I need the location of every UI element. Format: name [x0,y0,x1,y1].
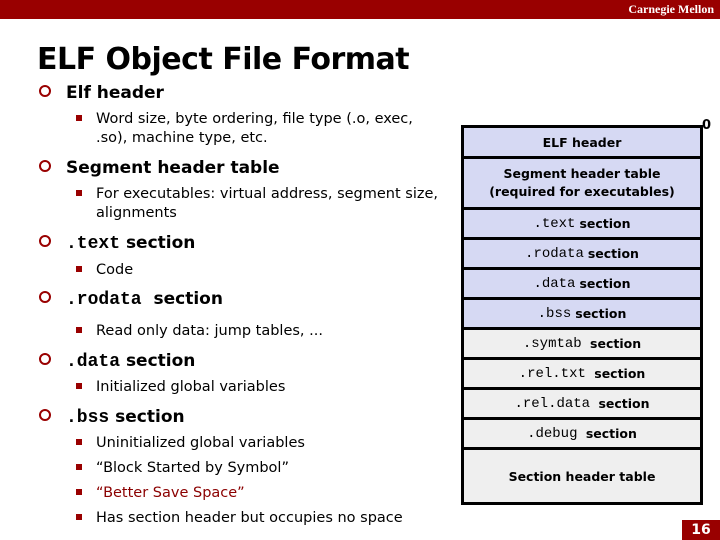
square-bullet-icon [76,266,82,272]
square-bullet-icon [76,489,82,495]
bullet-mono-label: .data [66,352,121,372]
square-bullet-icon [76,464,82,470]
sub-bullet: “Block Started by Symbol” [76,459,289,478]
cell-bss-section: .bss section [464,300,700,330]
cell-label: section [579,276,631,291]
sub-bullet-highlight: “Better Save Space” [76,484,245,503]
cell-debug-section: .debug section [464,420,700,450]
sub-bullet: For executables: virtual address, segmen… [76,185,438,223]
cell-symtab-section: .symtab section [464,330,700,360]
cell-mono-label: .rel.data [514,395,591,412]
offset-zero-label: 0 [702,118,712,133]
cell-mono-label: .rel.txt [518,365,586,382]
sub-bullet-text: Read only data: jump tables, ... [96,323,323,339]
circle-bullet-icon [39,85,51,97]
cell-label: section [587,246,639,261]
square-bullet-icon [76,439,82,445]
cell-label: section [585,426,637,441]
cell-data-section: .data section [464,270,700,300]
sub-bullet-text: .so), machine type, etc. [96,130,268,146]
circle-bullet-icon [39,353,51,365]
cell-mono-label: .text [533,215,576,232]
square-bullet-icon [76,383,82,389]
square-bullet-icon [76,514,82,520]
cell-label: Segment header table [503,166,661,181]
cell-rel-data-section: .rel.data section [464,390,700,420]
bullet-label: section [115,407,185,427]
cell-rel-txt-section: .rel.txt section [464,360,700,390]
cell-mono-label: .symtab [522,335,582,352]
cell-mono-label: .bss [537,305,572,322]
circle-bullet-icon [39,235,51,247]
bullet-label: Segment header table [66,158,280,178]
cell-mono-label: .rodata [525,245,584,262]
bullet-segment-header-table: Segment header table [39,158,280,178]
cell-elf-header: ELF header [464,128,700,159]
bullet-label: section [153,289,223,309]
cell-segment-header-table: Segment header table (required for execu… [464,159,700,210]
square-bullet-icon [76,115,82,121]
sub-bullet-text: alignments [96,205,177,221]
bullet-label: section [125,351,196,371]
elf-layout-diagram: ELF header Segment header table (require… [461,125,703,505]
sub-bullet: Has section header but occupies no space [76,509,403,528]
square-bullet-icon [76,327,82,333]
cell-sublabel: (required for executables) [489,184,675,199]
square-bullet-icon [76,190,82,196]
sub-bullet-text: Uninitialized global variables [96,435,305,451]
circle-bullet-icon [39,160,51,172]
cell-label: Section header table [508,468,656,484]
sub-bullet-text: “Block Started by Symbol” [96,460,289,476]
bullet-mono-label: .rodata [66,290,142,310]
sub-bullet-text: Initialized global variables [96,379,286,395]
sub-bullet: Read only data: jump tables, ... [76,322,323,341]
page-number: 16 [682,520,720,540]
bullet-mono-label: .bss [66,408,110,428]
bullet-rodata-section: .rodata section [39,289,223,310]
sub-bullet: Uninitialized global variables [76,434,305,453]
cell-label: section [590,336,642,351]
sub-bullet-text: For executables: virtual address, segmen… [96,186,439,202]
cell-label: section [598,396,650,411]
cell-mono-label: .data [533,275,576,292]
bullet-label: section [125,233,196,253]
sub-bullet-text: Word size, byte ordering, file type (.o,… [96,111,413,127]
sub-bullet: Word size, byte ordering, file type (.o,… [76,110,413,148]
sub-bullet: Code [76,261,133,280]
bullet-text-section: .text section [39,233,195,254]
cell-label: section [579,216,631,231]
cell-section-header-table: Section header table [464,450,700,505]
circle-bullet-icon [39,409,51,421]
sub-bullet-text: Code [96,262,134,278]
cell-label: section [594,366,646,381]
bullet-elf-header: Elf header [39,83,164,103]
bullet-mono-label: .text [66,234,121,254]
sub-bullet-text: “Better Save Space” [96,485,245,501]
bullet-data-section: .data section [39,351,195,372]
header-bar: Carnegie Mellon [0,0,720,19]
cell-label: section [575,306,627,321]
cell-mono-label: .debug [527,425,578,442]
cell-rodata-section: .rodata section [464,240,700,270]
circle-bullet-icon [39,291,51,303]
cell-text-section: .text section [464,210,700,240]
slide-title: ELF Object File Format [37,42,410,77]
cell-label: ELF header [542,134,622,150]
bullet-bss-section: .bss section [39,407,185,428]
bullet-label: Elf header [66,83,164,103]
sub-bullet-text: Has section header but occupies no space [96,510,403,526]
brand-label: Carnegie Mellon [628,2,714,16]
sub-bullet: Initialized global variables [76,378,285,397]
